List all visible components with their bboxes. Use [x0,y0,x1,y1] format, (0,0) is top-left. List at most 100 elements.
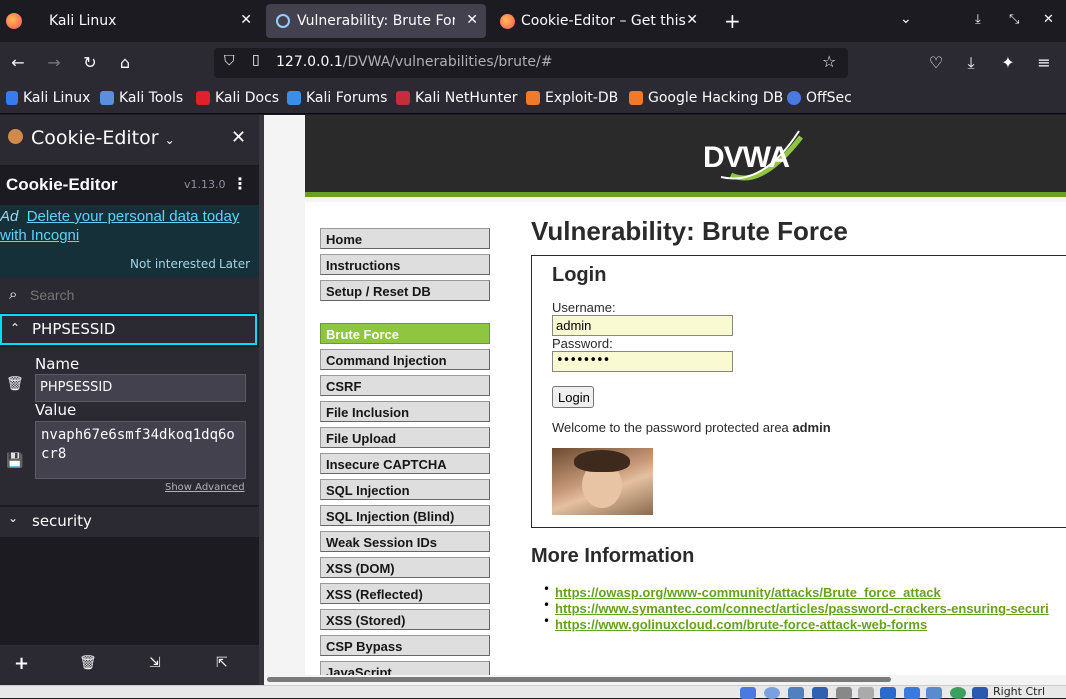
link-golinuxcloud[interactable]: https://www.golinuxcloud.com/brute-force… [555,617,927,632]
bookmark-label: Kali Tools [119,90,184,106]
save-cookie-icon[interactable]: 💾 [6,453,23,469]
list-tabs-chevron-icon[interactable]: ⌄ [900,11,912,27]
search-box[interactable]: ⌕ [0,277,259,313]
firefox-menu-icon[interactable] [6,13,22,29]
kebab-menu-icon[interactable]: ⋮ [232,174,248,193]
bookmark-kali-docs[interactable]: Kali Docs [196,90,279,106]
bookmark-kali-linux[interactable]: Kali Linux [6,90,90,106]
url-text[interactable]: 127.0.0.1/DVWA/vulnerabilities/brute/# [276,54,553,70]
cookie-icon [8,129,23,144]
value-field[interactable]: nvaph67e6smf34dkoq1dq6ocr8 [35,421,246,479]
menu-item-file-inclusion[interactable]: File Inclusion [320,401,490,422]
dvwa-body: Home Instructions Setup / Reset DB Brute Fo… [305,202,1066,675]
login-heading: Login [552,264,607,286]
bookmark-offsec[interactable]: OffSec [787,90,852,106]
name-field-value: PHPSESSID [40,380,113,395]
app-menu-icon[interactable]: ≡ [1032,51,1056,75]
menu-item-instructions[interactable]: Instructions [320,254,490,275]
bookmark-exploit-db[interactable]: Exploit-DB [526,90,618,106]
bookmark-google-hacking-db[interactable]: Google Hacking DB [629,90,783,106]
username-input[interactable]: admin [552,315,733,336]
version-label: v1.13.0 [184,178,226,191]
name-field[interactable]: PHPSESSID [35,374,246,402]
cookie-row-security[interactable]: ⌄ security [0,507,259,537]
menu-item-setup-reset-db[interactable]: Setup / Reset DB [320,280,490,301]
import-icon[interactable]: ⇲ [149,655,161,671]
scrollbar-thumb[interactable] [267,677,891,682]
tab-bar: Kali Linux ✕ Vulnerability: Brute Force … [0,0,1066,42]
kali-forums-icon [287,91,301,105]
tab-title: Cookie-Editor – Get this E [521,13,687,29]
close-tab-icon[interactable]: ✕ [686,12,698,28]
bookmark-kali-forums[interactable]: Kali Forums [287,90,387,106]
ad-link[interactable]: Delete your personal data today with Inc… [0,208,239,244]
menu-item-sql-injection[interactable]: SQL Injection [320,479,490,500]
add-cookie-icon[interactable]: + [14,653,29,674]
login-button[interactable]: Login [552,386,594,408]
tab-kali-linux[interactable]: Kali Linux ✕ [40,4,260,38]
menu-item-csp-bypass[interactable]: CSP Bypass [320,635,490,656]
tab-cookie-editor[interactable]: Cookie-Editor – Get this E ✕ [492,4,706,38]
page-info-icon[interactable]: ▯ [252,52,260,68]
sidebar-switcher[interactable]: Cookie-Editor ⌄ [31,127,175,149]
disk-icon [740,687,756,699]
show-advanced-link[interactable]: Show Advanced [165,482,245,493]
bookmark-kali-tools[interactable]: Kali Tools [100,90,183,106]
new-tab-icon[interactable]: + [724,9,741,33]
cookie-row-phpsessid[interactable]: ⌃ PHPSESSID [0,314,257,345]
menu-item-xss-reflected[interactable]: XSS (Reflected) [320,583,490,604]
bookmark-label: Exploit-DB [545,90,619,106]
menu-item-command-injection[interactable]: Command Injection [320,349,490,370]
loading-icon [276,14,290,28]
usb-icon [836,687,852,699]
menu-item-weak-session-ids[interactable]: Weak Session IDs [320,531,490,552]
forward-icon[interactable]: → [42,51,66,75]
audio-icon [788,687,804,699]
menu-item-brute-force[interactable]: Brute Force [320,323,490,344]
extensions-icon[interactable]: ✦ [996,51,1020,75]
tab-brute-force[interactable]: Vulnerability: Brute Force ✕ [266,4,486,38]
back-icon[interactable]: ← [6,51,30,75]
minimize-icon[interactable]: ⤓ [975,12,981,27]
sidebar-header: Cookie-Editor ⌄ ✕ [0,115,259,165]
url-bar[interactable]: ⛉ ▯ 127.0.0.1/DVWA/vulnerabilities/brute… [214,48,848,78]
pocket-icon[interactable]: ♡ [924,51,948,75]
ad-banner: Ad Delete your personal data today with … [0,205,259,277]
later-link[interactable]: Later [219,257,250,271]
delete-cookie-icon[interactable]: 🗑 [6,376,24,392]
chevron-down-icon: ⌄ [164,133,175,147]
export-icon[interactable]: ⇱ [216,655,228,671]
mouse-icon [972,687,988,699]
tab-title: Kali Linux [49,13,117,29]
search-input[interactable] [30,283,250,307]
close-tab-icon[interactable]: ✕ [466,12,478,28]
menu-item-file-upload[interactable]: File Upload [320,427,490,448]
password-input[interactable]: •••••••• [552,351,733,372]
menu-item-javascript[interactable]: JavaScript [320,661,490,675]
dvwa-logo: DVWA [701,127,805,185]
menu-item-csrf[interactable]: CSRF [320,375,490,396]
bookmark-kali-nethunter[interactable]: Kali NetHunter [396,90,517,106]
bookmark-label: Kali Forums [306,90,388,106]
close-window-icon[interactable]: ✕ [1043,12,1054,27]
close-tab-icon[interactable]: ✕ [240,12,252,28]
home-icon[interactable]: ⌂ [113,51,137,75]
menu-item-home[interactable]: Home [320,228,490,249]
bookmark-star-icon[interactable]: ☆ [822,52,836,71]
bookmarks-toolbar: Kali Linux Kali Tools Kali Docs Kali For… [0,84,1066,114]
menu-item-insecure-captcha[interactable]: Insecure CAPTCHA [320,453,490,474]
delete-all-icon[interactable]: 🗑 [79,655,97,671]
downloads-icon[interactable]: ⤓ [959,51,983,75]
menu-item-sql-injection-blind[interactable]: SQL Injection (Blind) [320,505,490,526]
reload-icon[interactable]: ↻ [78,51,102,75]
menu-item-xss-dom[interactable]: XSS (DOM) [320,557,490,578]
horizontal-scrollbar[interactable] [264,675,1066,685]
chevron-down-icon: ⌄ [8,511,19,525]
recording-icon [926,687,942,699]
restore-icon[interactable]: ⤡ [1009,12,1019,27]
not-interested-link[interactable]: Not interested [130,257,216,271]
cookie-details: 🗑 💾 Name PHPSESSID Value nvaph67e6smf34d… [0,347,259,505]
shield-icon[interactable]: ⛉ [224,53,235,69]
close-sidebar-icon[interactable]: ✕ [231,127,246,148]
menu-item-xss-stored[interactable]: XSS (Stored) [320,609,490,630]
